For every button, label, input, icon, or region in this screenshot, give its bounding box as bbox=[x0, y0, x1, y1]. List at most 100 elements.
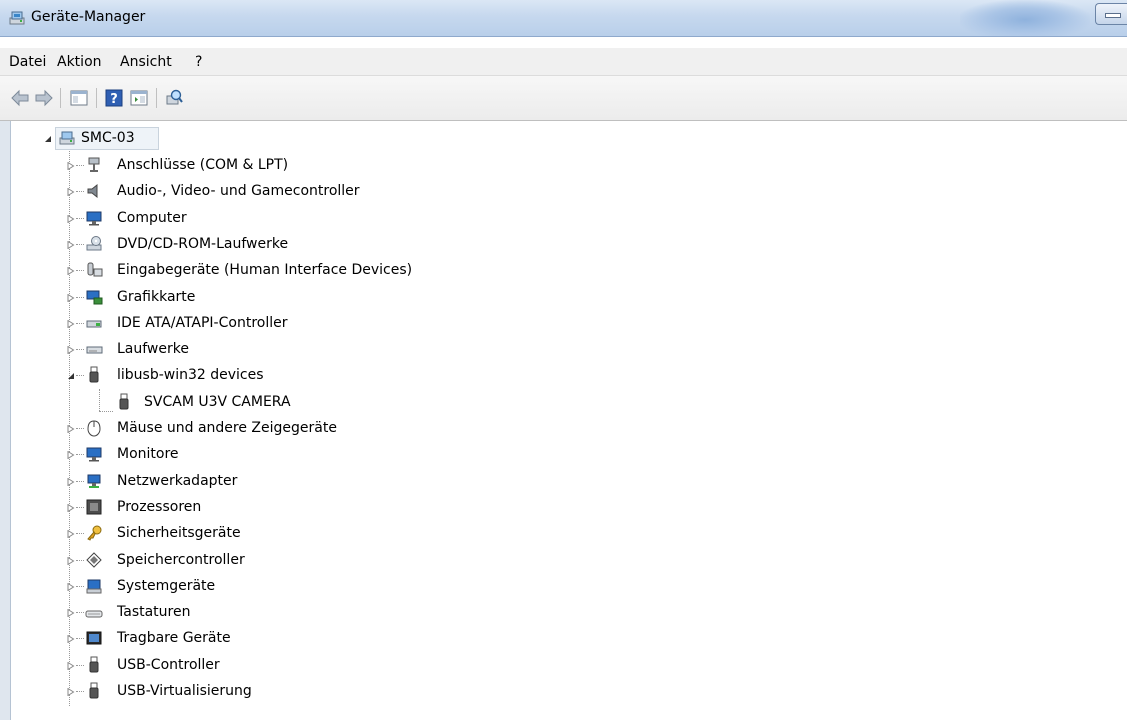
monitor-icon bbox=[86, 447, 102, 462]
collapse-arrow-icon[interactable] bbox=[44, 135, 52, 143]
tree-node-keyboards[interactable]: Tastaturen bbox=[11, 601, 611, 623]
tree-guide-line bbox=[76, 506, 84, 508]
tree-node-label: USB-Controller bbox=[117, 656, 220, 673]
tree-guide-line bbox=[76, 480, 84, 482]
collapse-arrow-icon[interactable] bbox=[67, 372, 75, 380]
expand-arrow-icon[interactable] bbox=[67, 530, 75, 539]
tree-node-label: Speichercontroller bbox=[117, 551, 245, 568]
help-icon[interactable]: ? bbox=[104, 88, 124, 108]
tree-node-mice[interactable]: Mäuse und andere Zeigegeräte bbox=[11, 417, 611, 439]
menu-aktion[interactable]: Aktion bbox=[57, 54, 102, 70]
scan-hardware-icon[interactable] bbox=[164, 88, 184, 108]
action-pane-icon[interactable] bbox=[129, 88, 149, 108]
expand-arrow-icon[interactable] bbox=[67, 503, 75, 512]
toolbar-separator bbox=[96, 88, 97, 108]
tree-node-label: Mäuse und andere Zeigegeräte bbox=[117, 420, 337, 436]
tree-node-label: Netzwerkadapter bbox=[117, 472, 238, 489]
tree-node-usb-virtualization[interactable]: USB-Virtualisierung bbox=[11, 680, 611, 702]
show-hide-console-tree-icon[interactable] bbox=[69, 88, 89, 108]
expand-arrow-icon[interactable] bbox=[67, 425, 75, 433]
key-icon bbox=[87, 525, 102, 541]
tree-guide-line bbox=[76, 165, 84, 166]
toolbar: ? bbox=[0, 76, 1127, 121]
tree-node-graphics[interactable]: Grafikkarte bbox=[11, 286, 611, 308]
tree-guide-line bbox=[76, 270, 84, 272]
port-icon bbox=[88, 157, 100, 172]
tree-node-ports[interactable]: Anschlüsse (COM & LPT) bbox=[11, 154, 611, 176]
input-device-icon bbox=[87, 262, 103, 277]
expand-arrow-icon[interactable] bbox=[67, 635, 75, 644]
tree-node-label: Monitore bbox=[117, 446, 179, 463]
tree-guide-line bbox=[76, 349, 84, 351]
tree-node-monitors[interactable]: Monitore bbox=[11, 443, 611, 465]
tree-guide-line bbox=[76, 559, 84, 561]
expand-arrow-icon[interactable] bbox=[67, 688, 75, 696]
menu-bar: Datei Aktion Ansicht ? bbox=[0, 48, 1127, 76]
expand-arrow-icon[interactable] bbox=[67, 162, 75, 170]
graphics-card-icon bbox=[86, 290, 103, 304]
titlebar-glow bbox=[960, 0, 1090, 36]
tree-guide-line bbox=[76, 638, 84, 640]
usb-plug-icon bbox=[89, 682, 99, 699]
forward-arrow-icon[interactable] bbox=[34, 88, 54, 108]
tree-node-label: Anschlüsse (COM & LPT) bbox=[117, 157, 289, 173]
minimize-button[interactable] bbox=[1095, 3, 1127, 25]
expand-arrow-icon[interactable] bbox=[67, 556, 75, 565]
window-title: Geräte-Manager bbox=[31, 9, 146, 25]
menu-datei[interactable]: Datei bbox=[9, 54, 46, 70]
tree-guide-line bbox=[76, 533, 84, 535]
tree-node-label: SVCAM U3V CAMERA bbox=[144, 393, 291, 410]
tree-node-hid[interactable]: Eingabegeräte (Human Interface Devices) bbox=[11, 259, 611, 281]
tree-root[interactable]: SMC-03 bbox=[11, 127, 211, 150]
back-arrow-icon[interactable] bbox=[10, 88, 30, 108]
controller-icon bbox=[86, 320, 102, 328]
expand-arrow-icon[interactable] bbox=[67, 240, 75, 249]
tree-node-storage-controllers[interactable]: Speichercontroller bbox=[11, 549, 611, 571]
expand-arrow-icon[interactable] bbox=[67, 214, 75, 223]
expand-arrow-icon[interactable] bbox=[67, 477, 75, 486]
tree-node-label: Tastaturen bbox=[117, 604, 191, 621]
tree-node-computer[interactable]: Computer bbox=[11, 207, 611, 229]
tree-guide-line bbox=[76, 217, 84, 219]
tree-node-dvd-cdrom[interactable]: DVD/CD-ROM-Laufwerke bbox=[11, 233, 611, 255]
menu-ansicht[interactable]: Ansicht bbox=[120, 54, 172, 70]
tree-node-network-adapters[interactable]: Netzwerkadapter bbox=[11, 470, 611, 492]
expand-arrow-icon[interactable] bbox=[67, 346, 75, 355]
storage-controller-icon bbox=[86, 551, 102, 568]
expand-arrow-icon[interactable] bbox=[67, 451, 75, 460]
menu-help[interactable]: ? bbox=[195, 54, 202, 70]
tree-node-ide-ata[interactable]: IDE ATA/ATAPI-Controller bbox=[11, 312, 611, 334]
device-manager-icon bbox=[9, 11, 25, 25]
keyboard-icon bbox=[85, 610, 103, 618]
expand-arrow-icon[interactable] bbox=[67, 609, 75, 618]
expand-arrow-icon[interactable] bbox=[67, 661, 75, 670]
tree-guide-line bbox=[76, 585, 84, 587]
title-bar[interactable]: Geräte-Manager bbox=[0, 0, 1127, 37]
tree-node-system-devices[interactable]: Systemgeräte bbox=[11, 575, 611, 597]
tree-node-disk-drives[interactable]: Laufwerke bbox=[11, 338, 611, 360]
speaker-icon bbox=[87, 184, 98, 199]
tree-guide-line bbox=[76, 375, 84, 377]
toolbar-separator bbox=[156, 88, 157, 108]
device-tree: SMC-03 Anschlüsse (COM & LPT) Audio-, Vid… bbox=[11, 121, 1127, 720]
tree-node-label: Audio-, Video- und Gamecontroller bbox=[117, 183, 360, 200]
tree-guide-line bbox=[76, 691, 84, 692]
tree-node-audio-video-game[interactable]: Audio-, Video- und Gamecontroller bbox=[11, 180, 611, 202]
tree-node-portable-devices[interactable]: Tragbare Geräte bbox=[11, 627, 611, 649]
tree-node-processors[interactable]: Prozessoren bbox=[11, 496, 611, 518]
tree-node-usb-controllers[interactable]: USB-Controller bbox=[11, 654, 611, 676]
tree-node-security-devices[interactable]: Sicherheitsgeräte bbox=[11, 522, 611, 544]
tree-node-label: Systemgeräte bbox=[117, 577, 216, 594]
monitor-icon bbox=[86, 211, 102, 226]
root-label: SMC-03 bbox=[81, 130, 135, 146]
tree-node-libusb[interactable]: libusb-win32 devices bbox=[11, 364, 611, 386]
expand-arrow-icon[interactable] bbox=[67, 267, 75, 276]
tree-guide-line bbox=[76, 454, 84, 456]
svg-text:?: ? bbox=[110, 92, 118, 107]
expand-arrow-icon[interactable] bbox=[67, 319, 75, 328]
tree-node-svcam-camera[interactable]: SVCAM U3V CAMERA bbox=[11, 391, 611, 413]
expand-arrow-icon[interactable] bbox=[67, 582, 75, 591]
tree-node-label: Tragbare Geräte bbox=[117, 630, 231, 647]
expand-arrow-icon[interactable] bbox=[67, 188, 75, 197]
expand-arrow-icon[interactable] bbox=[67, 293, 75, 302]
